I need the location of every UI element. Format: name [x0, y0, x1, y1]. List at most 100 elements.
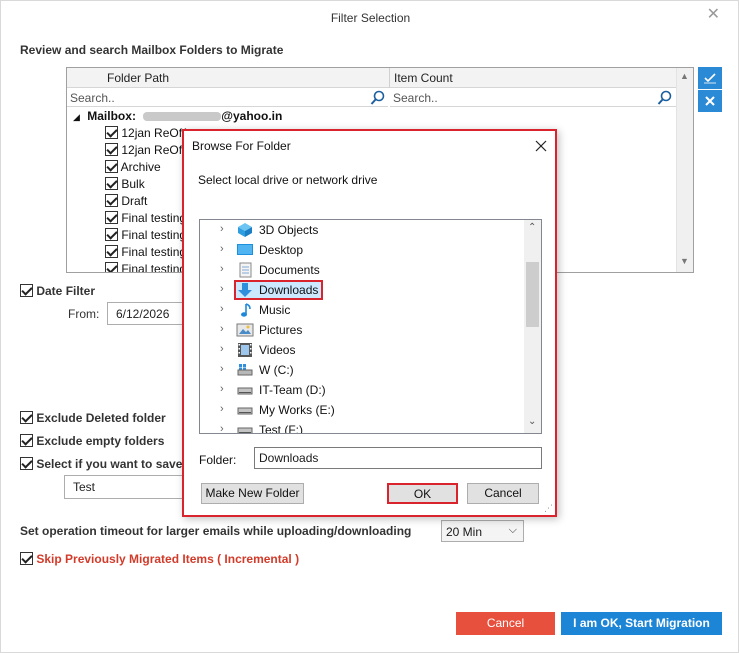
tree-item-documents[interactable]: › Documents [200, 260, 525, 280]
chevron-right-icon[interactable]: › [220, 303, 224, 315]
folder-checkbox[interactable] [105, 211, 118, 224]
folder-row[interactable]: 12jan ReOf1 [105, 143, 189, 160]
folder-label: 12jan ReOf1 [121, 126, 189, 140]
tree-item-downloads[interactable]: › Downloads [200, 280, 525, 300]
drive-icon [237, 427, 253, 433]
folder-label: Archive [120, 160, 161, 174]
tree-item-3d-objects[interactable]: › 3D Objects [200, 220, 525, 240]
collapse-arrow-icon[interactable]: ◢ [73, 112, 80, 122]
chevron-right-icon[interactable]: › [220, 263, 224, 275]
from-date-field[interactable]: 6/12/2026 [107, 302, 187, 325]
exclude-empty-checkbox[interactable] [20, 434, 33, 447]
tree-item-drive-e[interactable]: › My Works (E:) [200, 400, 525, 420]
chevron-right-icon[interactable]: › [220, 323, 224, 335]
chevron-right-icon[interactable]: › [220, 283, 224, 295]
folder-checkbox[interactable] [105, 143, 118, 156]
videos-icon [238, 343, 252, 357]
chevron-right-icon[interactable]: › [220, 343, 224, 355]
grid-scrollbar[interactable]: ▲ ▼ [676, 68, 693, 272]
chevron-right-icon[interactable]: › [220, 403, 224, 415]
exclude-deleted-label: Exclude Deleted folder [36, 411, 166, 425]
tree-item-label: Videos [259, 343, 296, 357]
search-folder-path-input[interactable]: Search.. [67, 89, 388, 107]
exclude-empty-row[interactable]: Exclude empty folders [20, 434, 164, 448]
folder-row[interactable]: Final testing_ [105, 211, 193, 228]
tree-item-pictures[interactable]: › Pictures [200, 320, 525, 340]
scroll-down-icon[interactable]: ▼ [680, 256, 689, 266]
chevron-right-icon[interactable]: › [220, 363, 224, 375]
tree-item-label: Test (F:) [259, 423, 303, 434]
desktop-icon [237, 244, 253, 255]
date-filter-checkbox[interactable] [20, 284, 33, 297]
scroll-thumb[interactable] [526, 262, 539, 327]
folder-row[interactable]: Final testing [105, 262, 186, 272]
tree-item-music[interactable]: › Music [200, 300, 525, 320]
tree-scrollbar[interactable]: ⌃ ⌄ [524, 220, 541, 433]
scroll-down-icon[interactable]: ⌄ [528, 416, 536, 427]
chevron-right-icon[interactable]: › [220, 243, 224, 255]
close-icon[interactable]: ✕ [707, 4, 720, 24]
tree-item-videos[interactable]: › Videos [200, 340, 525, 360]
tree-item-drive-c[interactable]: › W (C:) [200, 360, 525, 380]
column-header-item-count[interactable]: Item Count [394, 71, 453, 85]
incremental-row[interactable]: Skip Previously Migrated Items ( Increme… [20, 552, 299, 566]
folder-row[interactable]: Final testing_ [105, 245, 193, 262]
column-header-folder-path[interactable]: Folder Path [107, 71, 169, 85]
folder-checkbox[interactable] [105, 262, 118, 272]
clear-all-icon[interactable] [698, 90, 722, 112]
date-filter-row[interactable]: Date Filter [20, 284, 95, 298]
folder-checkbox[interactable] [105, 160, 118, 173]
ok-button[interactable]: OK [387, 483, 458, 504]
tree-item-desktop[interactable]: › Desktop [200, 240, 525, 260]
folder-row[interactable]: Bulk [105, 177, 145, 194]
exclude-deleted-checkbox[interactable] [20, 411, 33, 424]
folder-checkbox[interactable] [105, 245, 118, 258]
resize-grip-icon[interactable]: ⋰ [544, 503, 553, 514]
folder-row[interactable]: Draft [105, 194, 147, 211]
dialog-cancel-button[interactable]: Cancel [467, 483, 539, 504]
start-migration-button[interactable]: I am OK, Start Migration [561, 612, 722, 635]
folder-checkbox[interactable] [105, 126, 118, 139]
save-name-field[interactable]: Test [64, 475, 184, 499]
search-icon[interactable] [657, 90, 673, 106]
chevron-right-icon[interactable]: › [220, 223, 224, 235]
cancel-button[interactable]: Cancel [456, 612, 555, 635]
chevron-right-icon[interactable]: › [220, 423, 224, 433]
tree-item-drive-f[interactable]: › Test (F:) [200, 420, 525, 434]
folder-row[interactable]: Final testing_ [105, 228, 193, 245]
mailbox-label: Mailbox: [87, 109, 136, 123]
folder-checkbox[interactable] [105, 228, 118, 241]
column-divider[interactable] [389, 68, 390, 88]
tree-item-label: Downloads [259, 283, 319, 297]
check-all-icon[interactable] [698, 67, 722, 89]
folder-checkbox[interactable] [105, 194, 118, 207]
folder-input[interactable]: Downloads [254, 447, 542, 469]
scroll-up-icon[interactable]: ▲ [680, 71, 689, 81]
folder-label: Draft [121, 194, 148, 208]
search-item-count-input[interactable]: Search.. [390, 89, 676, 107]
tree-item-label: Music [259, 303, 291, 317]
folder-checkbox[interactable] [105, 177, 118, 190]
tree-item-label: IT-Team (D:) [259, 383, 326, 397]
save-all-row[interactable]: Select if you want to save all [20, 457, 199, 471]
tree-item-label: Desktop [259, 243, 304, 257]
date-filter-label: Date Filter [36, 284, 96, 298]
search-icon[interactable] [370, 90, 386, 106]
chevron-right-icon[interactable]: › [220, 383, 224, 395]
folder-row[interactable]: Archive [105, 160, 161, 177]
mailbox-row[interactable]: ◢ Mailbox: @yahoo.in [73, 109, 282, 126]
downloads-icon [238, 283, 252, 297]
incremental-checkbox[interactable] [20, 552, 33, 565]
tree-item-drive-d[interactable]: › IT-Team (D:) [200, 380, 525, 400]
grid-header: Folder Path Item Count [67, 68, 693, 88]
timeout-select[interactable]: 20 Min ⌵ [441, 520, 524, 542]
exclude-deleted-row[interactable]: Exclude Deleted folder [20, 411, 166, 425]
dialog-close-icon[interactable] [535, 134, 547, 157]
folder-row[interactable]: 12jan ReOf1 [105, 126, 189, 143]
make-new-folder-button[interactable]: Make New Folder [201, 483, 304, 504]
window-title: Filter Selection [330, 11, 411, 25]
tree-item-label: Documents [259, 263, 320, 277]
incremental-label: Skip Previously Migrated Items ( Increme… [36, 552, 300, 566]
save-all-checkbox[interactable] [20, 457, 33, 470]
scroll-up-icon[interactable]: ⌃ [528, 222, 536, 233]
